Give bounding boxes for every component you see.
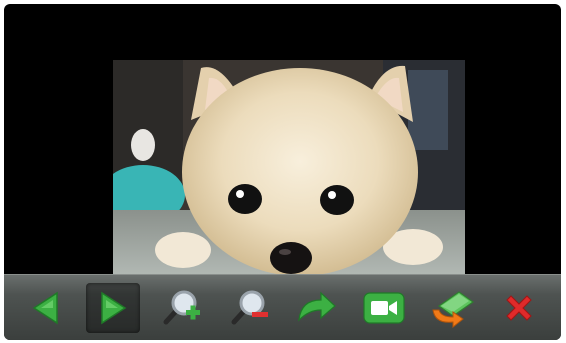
close-icon — [506, 294, 532, 321]
zoom-in-icon — [163, 290, 201, 324]
rotate-button[interactable] — [289, 283, 343, 333]
close-button[interactable] — [492, 283, 546, 333]
image-swap-icon — [431, 290, 474, 328]
set-as-wallpaper-button[interactable] — [425, 283, 479, 333]
zoom-out-button[interactable] — [222, 283, 276, 333]
arrow-left-icon — [32, 291, 58, 324]
zoom-in-button[interactable] — [154, 283, 208, 333]
rotate-icon — [298, 291, 337, 322]
puppy-photo — [113, 60, 465, 288]
image-viewer-window — [4, 4, 561, 340]
photo-display[interactable] — [113, 60, 465, 288]
video-button[interactable] — [357, 283, 411, 333]
toolbar — [4, 274, 561, 340]
previous-button[interactable] — [19, 283, 73, 333]
zoom-out-icon — [231, 290, 268, 324]
video-camera-icon — [363, 291, 405, 324]
play-slideshow-button[interactable] — [86, 282, 141, 333]
play-icon — [101, 291, 127, 324]
